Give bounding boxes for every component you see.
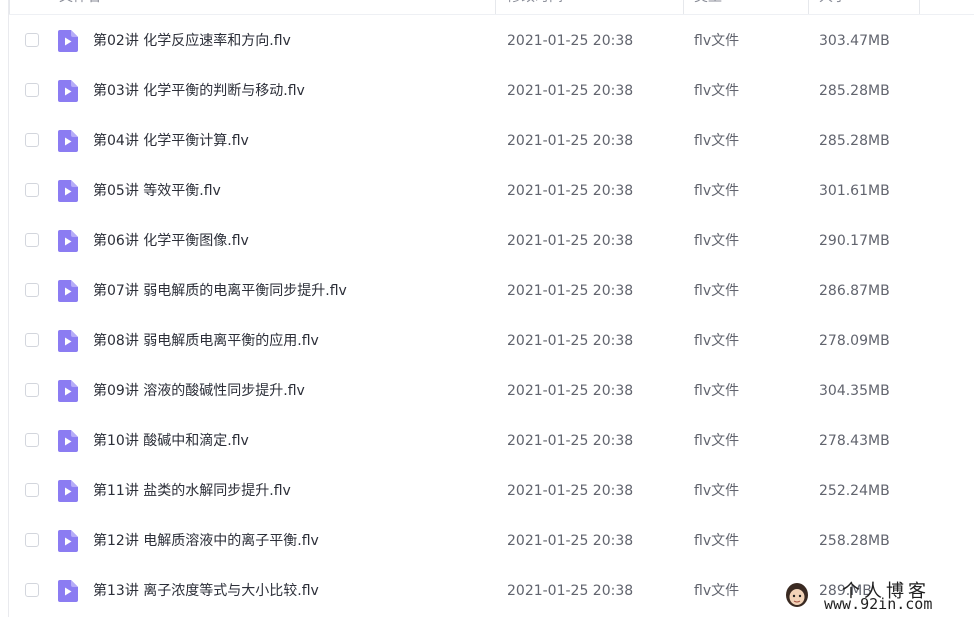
header-separator[interactable]	[683, 0, 684, 14]
file-name[interactable]: 第08讲 弱电解质电离平衡的应用.flv	[93, 316, 319, 366]
file-size: 301.61MB	[819, 183, 890, 199]
video-file-icon	[58, 580, 78, 602]
row-checkbox[interactable]	[25, 183, 39, 197]
file-row[interactable]: 第04讲 化学平衡计算.flv 2021-01-25 20:38 flv文件 2…	[9, 116, 974, 166]
file-name[interactable]: 第05讲 等效平衡.flv	[93, 166, 221, 216]
file-type: flv文件	[694, 583, 740, 599]
video-file-icon	[58, 480, 78, 502]
file-modified-time: 2021-01-25 20:38	[507, 133, 634, 149]
header-type[interactable]: 类型	[694, 0, 804, 14]
file-modified-time: 2021-01-25 20:38	[507, 433, 634, 449]
file-name[interactable]: 第09讲 溶液的酸碱性同步提升.flv	[93, 366, 305, 416]
file-modified-time: 2021-01-25 20:38	[507, 333, 634, 349]
row-checkbox[interactable]	[25, 283, 39, 297]
file-row[interactable]: 第08讲 弱电解质电离平衡的应用.flv 2021-01-25 20:38 fl…	[9, 316, 974, 366]
row-checkbox[interactable]	[25, 383, 39, 397]
row-checkbox[interactable]	[25, 133, 39, 147]
video-file-icon	[58, 230, 78, 252]
file-list-window: 文件名 修改时间 类型 大小 第02讲 化学反应速率和方向.flv 2021-0…	[0, 0, 974, 617]
file-row[interactable]: 第05讲 等效平衡.flv 2021-01-25 20:38 flv文件 301…	[9, 166, 974, 216]
file-row[interactable]: 第09讲 溶液的酸碱性同步提升.flv 2021-01-25 20:38 flv…	[9, 366, 974, 416]
header-separator[interactable]	[808, 0, 809, 14]
file-type: flv文件	[694, 133, 740, 149]
file-size: 278.43MB	[819, 433, 890, 449]
header-separator[interactable]	[495, 0, 496, 14]
row-checkbox[interactable]	[25, 583, 39, 597]
file-type: flv文件	[694, 433, 740, 449]
row-checkbox[interactable]	[25, 33, 39, 47]
video-file-icon	[58, 380, 78, 402]
avatar-icon	[786, 583, 808, 607]
file-name[interactable]: 第04讲 化学平衡计算.flv	[93, 116, 249, 166]
file-modified-time: 2021-01-25 20:38	[507, 583, 634, 599]
file-type: flv文件	[694, 233, 740, 249]
file-type: flv文件	[694, 83, 740, 99]
file-name[interactable]: 第12讲 电解质溶液中的离子平衡.flv	[93, 516, 319, 566]
watermark-url: www.92in.com	[824, 595, 933, 613]
file-row[interactable]: 第02讲 化学反应速率和方向.flv 2021-01-25 20:38 flv文…	[9, 16, 974, 66]
file-row[interactable]: 第07讲 弱电解质的电离平衡同步提升.flv 2021-01-25 20:38 …	[9, 266, 974, 316]
file-row[interactable]: 第10讲 酸碱中和滴定.flv 2021-01-25 20:38 flv文件 2…	[9, 416, 974, 466]
video-file-icon	[58, 130, 78, 152]
video-file-icon	[58, 280, 78, 302]
video-file-icon	[58, 30, 78, 52]
file-size: 278.09MB	[819, 333, 890, 349]
file-modified-time: 2021-01-25 20:38	[507, 83, 634, 99]
file-size: 286.87MB	[819, 283, 890, 299]
file-modified-time: 2021-01-25 20:38	[507, 533, 634, 549]
video-file-icon	[58, 530, 78, 552]
video-file-icon	[58, 180, 78, 202]
file-name[interactable]: 第13讲 离子浓度等式与大小比较.flv	[93, 566, 319, 616]
file-type: flv文件	[694, 483, 740, 499]
file-size: 285.28MB	[819, 83, 890, 99]
file-modified-time: 2021-01-25 20:38	[507, 483, 634, 499]
file-name[interactable]: 第02讲 化学反应速率和方向.flv	[93, 16, 291, 66]
header-size[interactable]: 大小	[819, 0, 909, 14]
file-modified-time: 2021-01-25 20:38	[507, 183, 634, 199]
file-size: 285.28MB	[819, 133, 890, 149]
file-list: 第02讲 化学反应速率和方向.flv 2021-01-25 20:38 flv文…	[9, 16, 974, 616]
file-row[interactable]: 第03讲 化学平衡的判断与移动.flv 2021-01-25 20:38 flv…	[9, 66, 974, 116]
file-modified-time: 2021-01-25 20:38	[507, 233, 634, 249]
file-modified-time: 2021-01-25 20:38	[507, 383, 634, 399]
file-size: 303.47MB	[819, 33, 890, 49]
row-checkbox[interactable]	[25, 233, 39, 247]
video-file-icon	[58, 80, 78, 102]
file-modified-time: 2021-01-25 20:38	[507, 283, 634, 299]
header-separator[interactable]	[919, 0, 920, 14]
sort-arrow-icon[interactable]	[479, 0, 489, 2]
header-name[interactable]: 文件名	[59, 0, 459, 14]
file-modified-time: 2021-01-25 20:38	[507, 33, 634, 49]
row-checkbox[interactable]	[25, 483, 39, 497]
video-file-icon	[58, 330, 78, 352]
header-separator	[9, 0, 10, 14]
file-size: 258.28MB	[819, 533, 890, 549]
row-checkbox[interactable]	[25, 333, 39, 347]
file-name[interactable]: 第10讲 酸碱中和滴定.flv	[93, 416, 249, 466]
video-file-icon	[58, 430, 78, 452]
watermark: 个人博客 www.92in.com	[780, 575, 974, 617]
row-checkbox[interactable]	[25, 83, 39, 97]
header-modified[interactable]: 修改时间	[507, 0, 677, 14]
file-type: flv文件	[694, 183, 740, 199]
file-name[interactable]: 第06讲 化学平衡图像.flv	[93, 216, 249, 266]
file-name[interactable]: 第07讲 弱电解质的电离平衡同步提升.flv	[93, 266, 347, 316]
file-type: flv文件	[694, 533, 740, 549]
file-name[interactable]: 第11讲 盐类的水解同步提升.flv	[93, 466, 291, 516]
file-row[interactable]: 第12讲 电解质溶液中的离子平衡.flv 2021-01-25 20:38 fl…	[9, 516, 974, 566]
file-name[interactable]: 第03讲 化学平衡的判断与移动.flv	[93, 66, 305, 116]
file-row[interactable]: 第11讲 盐类的水解同步提升.flv 2021-01-25 20:38 flv文…	[9, 466, 974, 516]
list-header: 文件名 修改时间 类型 大小	[9, 0, 974, 15]
file-type: flv文件	[694, 333, 740, 349]
file-size: 252.24MB	[819, 483, 890, 499]
file-size: 304.35MB	[819, 383, 890, 399]
row-checkbox[interactable]	[25, 533, 39, 547]
row-checkbox[interactable]	[25, 433, 39, 447]
file-type: flv文件	[694, 383, 740, 399]
file-row[interactable]: 第06讲 化学平衡图像.flv 2021-01-25 20:38 flv文件 2…	[9, 216, 974, 266]
file-size: 290.17MB	[819, 233, 890, 249]
file-type: flv文件	[694, 283, 740, 299]
file-type: flv文件	[694, 33, 740, 49]
